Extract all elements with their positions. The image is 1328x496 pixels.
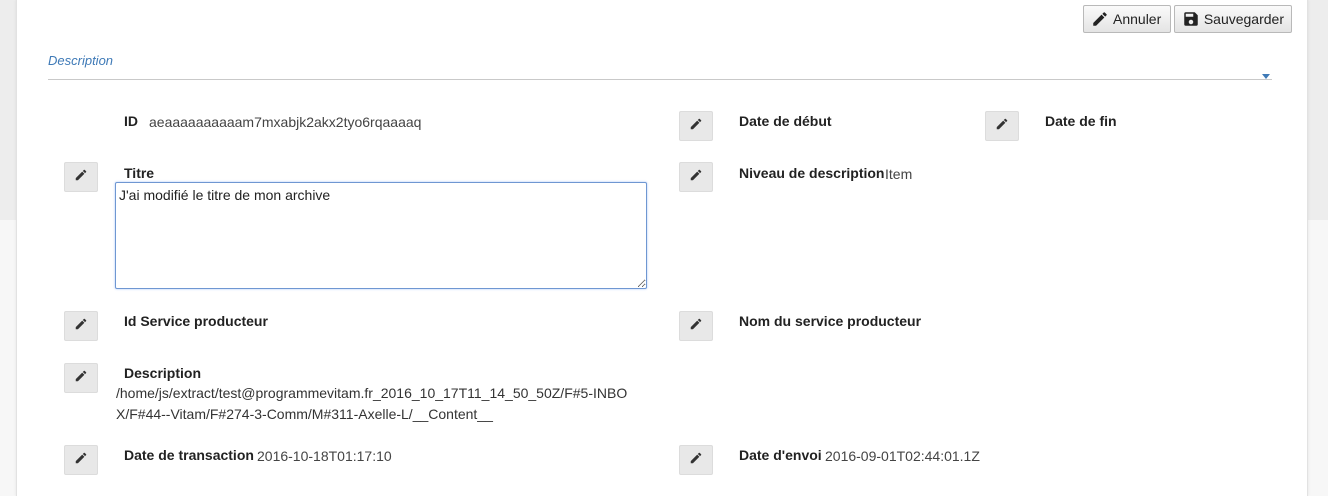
edit-description-button[interactable]: [64, 363, 98, 393]
floppy-disk-icon: [1181, 9, 1201, 29]
edit-end-date-button[interactable]: [985, 111, 1019, 141]
level-value: Item: [885, 166, 913, 182]
pencil-icon: [689, 317, 703, 336]
save-button[interactable]: Sauvegarder: [1174, 5, 1292, 33]
transaction-date-label: Date de transaction: [124, 447, 254, 463]
pencil-icon: [689, 168, 703, 187]
id-label: ID: [124, 113, 138, 129]
edit-producer-name-button[interactable]: [679, 311, 713, 341]
end-date-label: Date de fin: [1045, 113, 1117, 129]
sent-date-label: Date d'envoi: [739, 447, 822, 463]
pencil-icon: [995, 117, 1009, 136]
description-value: /home/js/extract/test@programmevitam.fr_…: [116, 385, 628, 422]
level-label: Niveau de description: [739, 165, 885, 181]
start-date-label: Date de début: [739, 113, 832, 129]
producer-name-label: Nom du service producteur: [739, 313, 922, 329]
pencil-icon: [689, 117, 703, 136]
edit-transaction-date-button[interactable]: [64, 445, 98, 475]
title-label: Titre: [124, 165, 155, 181]
edit-start-date-button[interactable]: [679, 111, 713, 141]
pencil-icon: [74, 317, 88, 336]
edit-sent-date-button[interactable]: [679, 445, 713, 475]
pencil-icon: [74, 369, 88, 388]
title-textarea[interactable]: J'ai modifié le titre de mon archive: [115, 182, 647, 289]
section-divider: [48, 79, 1272, 80]
edit-producer-id-button[interactable]: [64, 311, 98, 341]
transaction-date-value: 2016-10-18T01:17:10: [257, 448, 392, 464]
section-title[interactable]: Description: [48, 53, 113, 68]
pencil-icon: [74, 168, 88, 187]
save-label: Sauvegarder: [1203, 11, 1284, 27]
archive-unit-panel: Annuler Sauvegarder Description ID aeaaa…: [16, 0, 1308, 496]
producer-id-label: Id Service producteur: [124, 313, 268, 329]
edit-title-button[interactable]: [64, 162, 98, 192]
cancel-label: Annuler: [1113, 11, 1162, 27]
pencil-icon: [1090, 9, 1110, 29]
pencil-icon: [689, 451, 703, 470]
edit-level-button[interactable]: [679, 162, 713, 192]
caret-down-icon[interactable]: [1262, 74, 1270, 79]
description-label: Description: [124, 365, 202, 381]
sent-date-value: 2016-09-01T02:44:01.1Z: [825, 448, 980, 464]
id-value: aeaaaaaaaaaam7mxabjk2akx2tyo6rqaaaaq: [149, 114, 422, 130]
pencil-icon: [74, 451, 88, 470]
cancel-button[interactable]: Annuler: [1083, 5, 1171, 33]
